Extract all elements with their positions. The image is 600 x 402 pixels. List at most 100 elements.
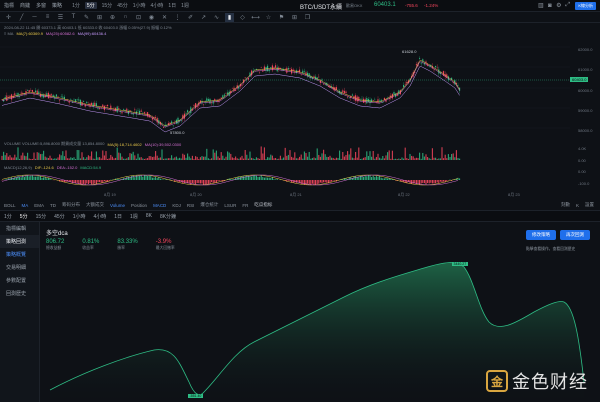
- rerun-backtest-button[interactable]: 再次回測: [560, 230, 590, 240]
- macd-bar: [211, 180, 213, 183]
- bottom-tab-6[interactable]: 1日: [114, 213, 122, 220]
- magnet-icon[interactable]: ∩: [121, 13, 130, 22]
- candle-tool-icon[interactable]: ▮: [225, 12, 234, 22]
- bottom-tab-0[interactable]: 1分: [4, 213, 12, 220]
- hline-icon[interactable]: ─: [30, 13, 39, 22]
- eye-icon[interactable]: ◉: [147, 13, 156, 22]
- bottom-tab-1[interactable]: 5分: [20, 213, 28, 220]
- ruler-icon[interactable]: ⟷: [251, 13, 260, 22]
- sidebar-item-trades[interactable]: 交易明細: [0, 261, 39, 274]
- sidebar-item-history[interactable]: 回測歷史: [0, 287, 39, 300]
- menu-strategy[interactable]: 策略: [52, 2, 62, 9]
- bottom-tab-2[interactable]: 15分: [36, 213, 47, 220]
- bottom-tab-9[interactable]: 8K分鐘: [160, 213, 176, 220]
- sidebar-head-backtest[interactable]: 策略回測: [0, 235, 39, 248]
- bottom-tab-7[interactable]: 1週: [130, 213, 138, 220]
- ind-position[interactable]: Position: [131, 203, 147, 208]
- camera-icon[interactable]: ◙: [545, 1, 554, 10]
- ind-large-trades[interactable]: 大额成交: [86, 202, 104, 208]
- bottom-tab-8[interactable]: 8K: [146, 213, 152, 219]
- ind-right-2[interactable]: 設置: [585, 202, 594, 208]
- tf-5m[interactable]: 5分: [84, 2, 97, 9]
- ind-chip[interactable]: 筹码分布: [62, 202, 80, 208]
- ind-macd[interactable]: MACD: [153, 203, 166, 208]
- grid-icon[interactable]: ⊞: [290, 13, 299, 22]
- ind-kdj[interactable]: KDJ: [172, 203, 181, 208]
- candle-icon[interactable]: ▥: [536, 1, 545, 10]
- menu-indicators[interactable]: 指標: [4, 2, 14, 9]
- tf-1h[interactable]: 1小時: [133, 2, 146, 9]
- ind-volume[interactable]: Volume: [110, 203, 125, 208]
- sidebar-head-indicator[interactable]: 指標編輯: [0, 222, 39, 235]
- symbol-title[interactable]: BTC/USDT永續: [300, 2, 342, 11]
- tf-1m[interactable]: 1分: [72, 2, 80, 9]
- channel-icon[interactable]: ≡: [43, 13, 52, 22]
- trash-icon[interactable]: ✕: [160, 13, 169, 22]
- menu-multi-window[interactable]: 多窗: [36, 2, 46, 9]
- pen-icon[interactable]: ✐: [186, 13, 195, 22]
- brush-icon[interactable]: ✎: [82, 13, 91, 22]
- volume-bar: [335, 157, 337, 160]
- tf-45m[interactable]: 45分: [117, 2, 128, 9]
- macd-bar: [203, 180, 205, 185]
- tf-1d[interactable]: 1日: [168, 2, 176, 9]
- volume-bar: [374, 158, 376, 160]
- measure-icon[interactable]: ⊞: [95, 13, 104, 22]
- ind-liquidation[interactable]: 爆仓统计: [200, 202, 218, 208]
- bottom-tab-5[interactable]: 4小時: [93, 213, 106, 220]
- layers-icon[interactable]: ❐: [303, 13, 312, 22]
- macd-bar: [217, 180, 219, 182]
- wave-icon[interactable]: ∿: [212, 13, 221, 22]
- tf-15m[interactable]: 15分: [102, 2, 113, 9]
- arrow-icon[interactable]: ↗: [199, 13, 208, 22]
- stat-total-profit: 806.72 總收益額: [46, 239, 65, 250]
- sidebar-item-overview[interactable]: 策略概覽: [0, 248, 39, 261]
- ind-fr[interactable]: FR: [242, 203, 248, 208]
- text-icon[interactable]: T: [69, 13, 78, 22]
- tf-4h[interactable]: 4小時: [151, 2, 164, 9]
- fullscreen-icon[interactable]: ⤢: [563, 1, 572, 10]
- volume-bar: [75, 158, 77, 160]
- ind-td[interactable]: TD: [50, 203, 56, 208]
- bottom-tab-3[interactable]: 45分: [54, 213, 65, 220]
- volume-bar: [315, 158, 317, 160]
- ind-right-1[interactable]: K: [576, 203, 579, 208]
- trough-label: -551.40: [188, 394, 203, 398]
- ind-ema[interactable]: EMA: [34, 203, 44, 208]
- gear-icon[interactable]: ⚙: [554, 1, 563, 10]
- flag-icon[interactable]: ⚑: [277, 13, 286, 22]
- volume-bar: [129, 153, 131, 160]
- ind-boll[interactable]: BOLL: [4, 203, 16, 208]
- x-tick-1: 8月 20: [190, 192, 202, 197]
- volume-bar: [403, 158, 405, 160]
- k-analysis-button[interactable]: K線分析: [575, 1, 596, 10]
- ind-ma[interactable]: MA: [22, 203, 29, 208]
- star-icon[interactable]: ☆: [264, 13, 273, 22]
- bar-pattern-icon[interactable]: ⋮: [173, 13, 182, 22]
- volume-bar: [355, 151, 357, 160]
- line-icon[interactable]: ╱: [17, 13, 26, 22]
- volume-bar: [84, 158, 86, 160]
- modify-strategy-button[interactable]: 修改策略: [526, 230, 556, 240]
- zoom-icon[interactable]: ⊕: [108, 13, 117, 22]
- cursor-icon[interactable]: ✛: [4, 13, 13, 22]
- volume-bar: [1, 155, 3, 160]
- volume-bar: [294, 152, 296, 160]
- ind-custom[interactable]: 吃瓜指标: [254, 202, 272, 208]
- ind-rsi[interactable]: RSI: [187, 203, 195, 208]
- lock-icon[interactable]: ⊡: [134, 13, 143, 22]
- macd-bar: [97, 180, 99, 183]
- volume-bar: [212, 149, 214, 160]
- sidebar-item-params[interactable]: 參數配置: [0, 274, 39, 287]
- volume-bar: [243, 158, 245, 160]
- tf-1w[interactable]: 1週: [181, 2, 189, 9]
- shape-icon[interactable]: ◇: [238, 13, 247, 22]
- candle-body: [62, 96, 64, 98]
- ind-lsur[interactable]: LSUR: [224, 203, 236, 208]
- bottom-tab-4[interactable]: 1小時: [73, 213, 86, 220]
- macd-bar: [39, 176, 41, 180]
- ind-right-0[interactable]: 刻數: [561, 202, 570, 208]
- menu-chain[interactable]: 商鏈: [20, 2, 30, 9]
- volume-bar: [68, 158, 70, 160]
- fib-icon[interactable]: ☰: [56, 13, 65, 22]
